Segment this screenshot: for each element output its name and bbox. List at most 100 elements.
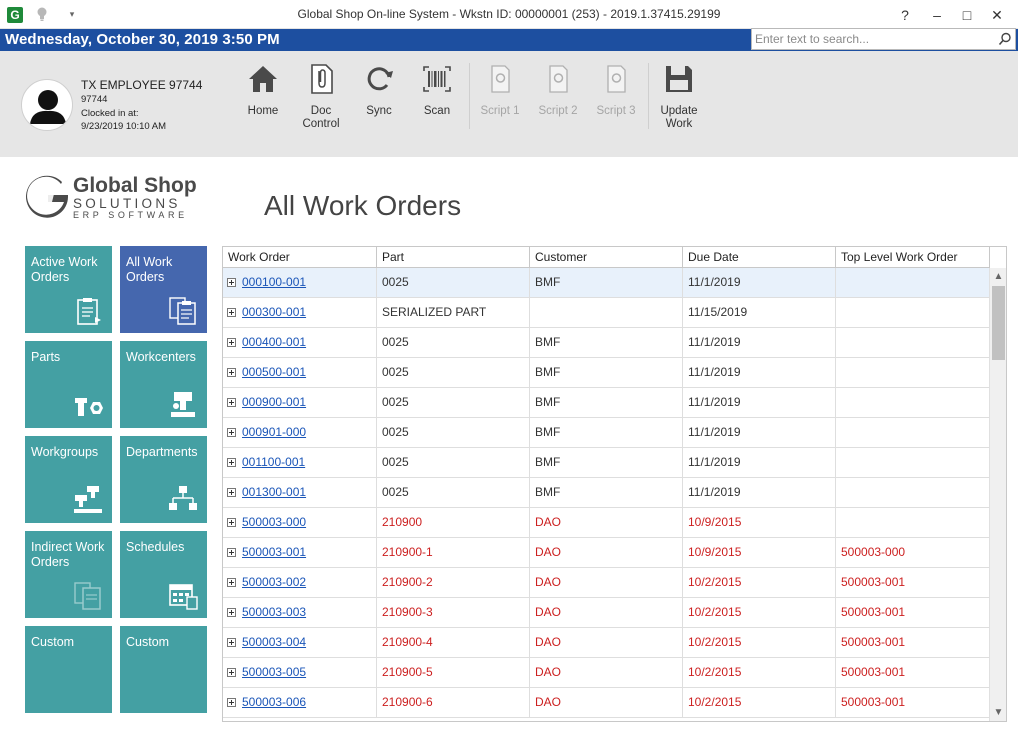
expand-plus-icon[interactable] [227,368,236,377]
table-row[interactable]: 000900-001 0025 BMF 11/1/2019 [223,388,990,418]
cell-top [836,358,990,388]
column-header-customer[interactable]: Customer [530,247,683,268]
cell-top [836,478,990,508]
expand-plus-icon[interactable] [227,428,236,437]
work-order-link[interactable]: 000100-001 [242,275,306,289]
work-order-link[interactable]: 500003-004 [242,635,306,649]
doc-control-button[interactable]: Doc Control [293,63,349,131]
cell-work-order: 500003-002 [223,568,377,598]
tile-workcenters[interactable]: Workcenters [120,341,207,428]
table-row[interactable]: 000300-001 SERIALIZED PART 11/15/2019 [223,298,990,328]
script-3-label: Script 3 [596,105,636,117]
expand-plus-icon[interactable] [227,488,236,497]
scroll-up-icon[interactable]: ▲ [990,268,1006,285]
work-order-link[interactable]: 001100-001 [242,455,305,469]
cell-due: 11/1/2019 [683,358,836,388]
table-row[interactable]: 500003-005 210900-5 DAO 10/2/2015 500003-001 [223,658,990,688]
search-input[interactable] [754,30,994,48]
expand-plus-icon[interactable] [227,608,236,617]
tile-schedules[interactable]: Schedules [120,531,207,618]
cell-work-order: 500003-000 [223,508,377,538]
script-1-button[interactable]: Script 1 [472,63,528,118]
tile-active-work-orders[interactable]: Active Work Orders [25,246,112,333]
script-2-button[interactable]: Script 2 [530,63,586,118]
work-order-link[interactable]: 000300-001 [242,305,306,319]
work-order-link[interactable]: 000901-000 [242,425,306,439]
global-shop-g-logo-icon [26,175,68,218]
cell-work-order: 001100-001 [223,448,377,478]
script-document-icon [491,65,510,93]
work-order-link[interactable]: 500003-002 [242,575,306,589]
tile-custom-1[interactable]: Custom [25,626,112,713]
cell-work-order: 500003-001 [223,538,377,568]
scrollbar-thumb[interactable] [992,286,1005,360]
table-row[interactable]: 000400-001 0025 BMF 11/1/2019 [223,328,990,358]
table-row[interactable]: 000100-001 0025 BMF 11/1/2019 [223,268,990,298]
column-header-work-order[interactable]: Work Order [223,247,377,268]
script-2-label: Script 2 [538,105,578,117]
expand-plus-icon[interactable] [227,518,236,527]
work-order-link[interactable]: 001300-001 [242,485,306,499]
cell-work-order: 000901-000 [223,418,377,448]
column-header-due-date[interactable]: Due Date [683,247,836,268]
minimize-button[interactable]: – [926,4,948,26]
expand-plus-icon[interactable] [227,338,236,347]
cell-due: 11/1/2019 [683,478,836,508]
home-icon [249,66,277,92]
expand-plus-icon[interactable] [227,458,236,467]
search-icon[interactable] [998,32,1012,46]
maximize-button[interactable]: □ [956,4,978,26]
expand-plus-icon[interactable] [227,548,236,557]
sync-button[interactable]: Sync [351,63,407,118]
table-row[interactable]: 500003-003 210900-3 DAO 10/2/2015 500003-001 [223,598,990,628]
script-3-button[interactable]: Script 3 [588,63,644,118]
work-order-link[interactable]: 500003-006 [242,695,306,709]
expand-plus-icon[interactable] [227,578,236,587]
tile-custom-2[interactable]: Custom [120,626,207,713]
help-button[interactable]: ? [894,4,916,26]
work-order-link[interactable]: 000400-001 [242,335,306,349]
expand-plus-icon[interactable] [227,278,236,287]
close-button[interactable]: ✕ [986,4,1008,26]
work-orders-grid: Work Order Part Customer Due Date Top Le… [222,246,1007,722]
column-header-top-level-work-order[interactable]: Top Level Work Order [836,247,990,268]
employee-name: TX EMPLOYEE 97744 [81,78,203,92]
table-row[interactable]: 000500-001 0025 BMF 11/1/2019 [223,358,990,388]
home-button[interactable]: Home [235,63,291,118]
table-row[interactable]: 500003-001 210900-1 DAO 10/9/2015 500003-000 [223,538,990,568]
table-row[interactable]: 500003-000 210900 DAO 10/9/2015 [223,508,990,538]
tile-all-work-orders[interactable]: All Work Orders [120,246,207,333]
table-row[interactable]: 500003-004 210900-4 DAO 10/2/2015 500003-001 [223,628,990,658]
work-order-link[interactable]: 500003-003 [242,605,306,619]
vertical-scrollbar[interactable]: ▲ ▼ [989,268,1006,721]
column-header-part[interactable]: Part [377,247,530,268]
update-work-button[interactable]: Update Work [651,63,707,131]
table-row[interactable]: 000901-000 0025 BMF 11/1/2019 [223,418,990,448]
work-order-link[interactable]: 500003-000 [242,515,306,529]
expand-plus-icon[interactable] [227,398,236,407]
table-row[interactable]: 001100-001 0025 BMF 11/1/2019 [223,448,990,478]
table-row[interactable]: 500003-006 210900-6 DAO 10/2/2015 500003-001 [223,688,990,718]
tile-departments[interactable]: Departments [120,436,207,523]
bolt-nut-icon [75,398,103,416]
sync-icon [367,67,393,91]
table-row[interactable]: 001300-001 0025 BMF 11/1/2019 [223,478,990,508]
scan-button[interactable]: Scan [409,63,465,118]
work-order-link[interactable]: 500003-005 [242,665,306,679]
scroll-down-icon[interactable]: ▼ [990,704,1006,721]
work-order-link[interactable]: 500003-001 [242,545,306,559]
expand-plus-icon[interactable] [227,668,236,677]
expand-plus-icon[interactable] [227,638,236,647]
cell-work-order: 000900-001 [223,388,377,418]
expand-plus-icon[interactable] [227,698,236,707]
work-order-link[interactable]: 000900-001 [242,395,306,409]
tile-parts[interactable]: Parts [25,341,112,428]
cell-work-order: 001300-001 [223,478,377,508]
work-order-link[interactable]: 000500-001 [242,365,306,379]
cell-due: 10/2/2015 [683,628,836,658]
cell-work-order: 500003-003 [223,598,377,628]
expand-plus-icon[interactable] [227,308,236,317]
table-row[interactable]: 500003-002 210900-2 DAO 10/2/2015 500003-001 [223,568,990,598]
tile-indirect-work-orders[interactable]: Indirect Work Orders [25,531,112,618]
tile-workgroups[interactable]: Workgroups [25,436,112,523]
